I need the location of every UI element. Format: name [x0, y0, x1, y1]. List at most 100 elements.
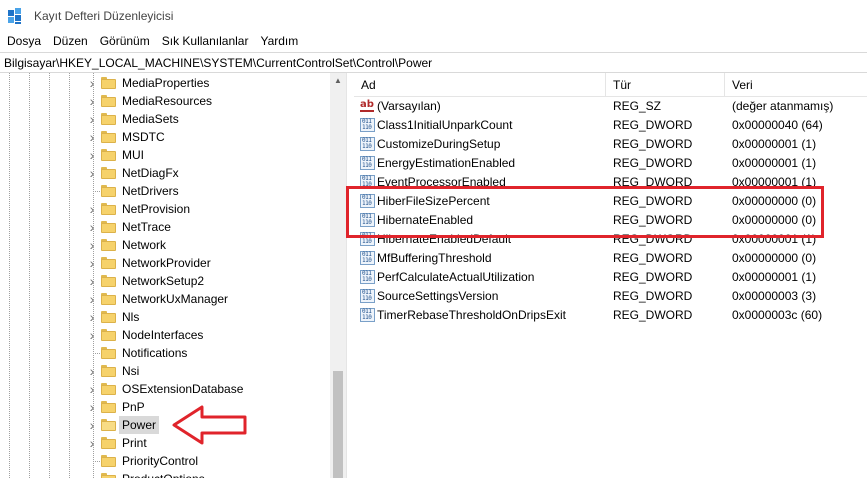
tree-item-label[interactable]: Print: [119, 434, 150, 452]
value-data: 0x00000001 (1): [732, 137, 817, 151]
tree-item-print[interactable]: › Print: [0, 434, 330, 452]
expand-chevron-icon[interactable]: ›: [88, 398, 96, 416]
expand-chevron-icon[interactable]: ›: [88, 236, 96, 254]
menu-help[interactable]: Yardım: [255, 34, 305, 48]
tree-item-mediasets[interactable]: › MediaSets: [0, 110, 330, 128]
tree-item-label[interactable]: Power: [119, 416, 160, 434]
scrollbar-thumb[interactable]: [333, 371, 343, 478]
menu-favorites[interactable]: Sık Kullanılanlar: [157, 34, 256, 48]
value-data: 0x00000001 (1): [732, 232, 817, 246]
value-row[interactable]: 011 110 SourceSettingsVersion REG_DWORD 0x0…: [354, 287, 867, 306]
expand-chevron-icon[interactable]: ›: [88, 434, 96, 452]
scroll-up-arrow-icon[interactable]: ▲: [330, 73, 346, 89]
tree-item-nodeinterfaces[interactable]: › NodeInterfaces: [0, 326, 330, 344]
expand-chevron-icon[interactable]: ›: [88, 92, 96, 110]
tree-item-label[interactable]: MediaProperties: [119, 74, 212, 92]
tree-item-power[interactable]: › Power: [0, 416, 330, 434]
value-row[interactable]: 011 110 MfBufferingThreshold REG_DWORD 0x00…: [354, 249, 867, 268]
tree-item-label[interactable]: MediaResources: [119, 92, 215, 110]
tree-item-nsi[interactable]: › Nsi: [0, 362, 330, 380]
value-row[interactable]: 011 110 EnergyEstimationEnabled REG_DWORD 0…: [354, 154, 867, 173]
tree-item-netdiagfx[interactable]: › NetDiagFx: [0, 164, 330, 182]
tree-item-label[interactable]: Network: [119, 236, 169, 254]
tree-item-label[interactable]: Nsi: [119, 362, 142, 380]
binary-value-icon: 011 110: [360, 118, 375, 132]
tree-item-mediaproperties[interactable]: › MediaProperties: [0, 74, 330, 92]
expand-chevron-icon[interactable]: ›: [88, 200, 96, 218]
tree-item-label[interactable]: OSExtensionDatabase: [119, 380, 246, 398]
column-header-name[interactable]: Ad: [354, 73, 606, 97]
address-path[interactable]: Bilgisayar\HKEY_LOCAL_MACHINE\SYSTEM\Cur…: [4, 56, 432, 70]
tree-item-label[interactable]: MSDTC: [119, 128, 168, 146]
menu-edit[interactable]: Düzen: [48, 34, 95, 48]
menu-view[interactable]: Görünüm: [95, 34, 157, 48]
tree-item-netdrivers[interactable]: NetDrivers: [0, 182, 330, 200]
tree-item-netprovision[interactable]: › NetProvision: [0, 200, 330, 218]
value-row[interactable]: 011 110 HibernateEnabled REG_DWORD 0x000000…: [354, 211, 867, 230]
tree-item-label[interactable]: NetworkUxManager: [119, 290, 231, 308]
tree-item-pnp[interactable]: › PnP: [0, 398, 330, 416]
value-name: CustomizeDuringSetup: [377, 137, 501, 151]
expand-chevron-icon[interactable]: ›: [88, 218, 96, 236]
tree-item-mediaresources[interactable]: › MediaResources: [0, 92, 330, 110]
tree-item-label[interactable]: NetProvision: [119, 200, 193, 218]
tree-item-label[interactable]: NodeInterfaces: [119, 326, 206, 344]
tree-item-networksetup2[interactable]: › NetworkSetup2: [0, 272, 330, 290]
tree-item-label[interactable]: ProductOptions: [119, 470, 208, 478]
expand-chevron-icon[interactable]: ›: [88, 290, 96, 308]
expand-chevron-icon[interactable]: ›: [88, 326, 96, 344]
tree-item-prioritycontrol[interactable]: PriorityControl: [0, 452, 330, 470]
address-bar[interactable]: Bilgisayar\HKEY_LOCAL_MACHINE\SYSTEM\Cur…: [0, 52, 867, 73]
tree-item-label[interactable]: NetworkSetup2: [119, 272, 207, 290]
tree-item-label[interactable]: MUI: [119, 146, 147, 164]
expand-chevron-icon[interactable]: ›: [88, 110, 96, 128]
expand-chevron-icon[interactable]: ›: [88, 362, 96, 380]
value-type: REG_DWORD: [613, 156, 693, 170]
tree-item-msdtc[interactable]: › MSDTC: [0, 128, 330, 146]
tree-item-label[interactable]: Nls: [119, 308, 142, 326]
values-list[interactable]: Ad Tür Veri ab (Varsayılan) REG_SZ (değer a…: [354, 73, 867, 478]
folder-icon: [101, 401, 116, 413]
tree-item-nettrace[interactable]: › NetTrace: [0, 218, 330, 236]
value-row[interactable]: 011 110 TimerRebaseThresholdOnDripsExit RE…: [354, 306, 867, 325]
expand-chevron-icon[interactable]: ›: [88, 272, 96, 290]
pane-splitter[interactable]: [346, 73, 354, 478]
tree-item-label[interactable]: Notifications: [119, 344, 190, 362]
value-row[interactable]: 011 110 PerfCalculateActualUtilization REG…: [354, 268, 867, 287]
menu-file[interactable]: Dosya: [2, 34, 48, 48]
expand-chevron-icon[interactable]: ›: [88, 164, 96, 182]
binary-value-icon: 011 110: [360, 213, 375, 227]
expand-chevron-icon[interactable]: ›: [88, 416, 96, 434]
tree-item-networkprovider[interactable]: › NetworkProvider: [0, 254, 330, 272]
tree-item-label[interactable]: NetDiagFx: [119, 164, 182, 182]
value-row[interactable]: 011 110 HibernateEnabledDefault REG_DWORD 0…: [354, 230, 867, 249]
tree-item-label[interactable]: PriorityControl: [119, 452, 201, 470]
tree-item-label[interactable]: NetDrivers: [119, 182, 182, 200]
tree-item-label[interactable]: NetTrace: [119, 218, 174, 236]
tree-item-productoptions[interactable]: ProductOptions: [0, 470, 330, 478]
tree-item-networkuxmanager[interactable]: › NetworkUxManager: [0, 290, 330, 308]
expand-chevron-icon[interactable]: ›: [88, 308, 96, 326]
column-header-type[interactable]: Tür: [606, 73, 725, 97]
value-row[interactable]: 011 110 HiberFileSizePercent REG_DWORD 0x00…: [354, 192, 867, 211]
tree-item-label[interactable]: MediaSets: [119, 110, 182, 128]
tree-item-label[interactable]: NetworkProvider: [119, 254, 214, 272]
tree-item-nls[interactable]: › Nls: [0, 308, 330, 326]
value-row[interactable]: ab (Varsayılan) REG_SZ (değer atanmamış): [354, 97, 867, 116]
value-row[interactable]: 011 110 EventProcessorEnabled REG_DWORD 0x0…: [354, 173, 867, 188]
value-row[interactable]: 011 110 Class1InitialUnparkCount REG_DWORD…: [354, 116, 867, 135]
column-header-data[interactable]: Veri: [725, 73, 867, 97]
tree-item-network[interactable]: › Network: [0, 236, 330, 254]
expand-chevron-icon[interactable]: ›: [88, 74, 96, 92]
expand-chevron-icon[interactable]: ›: [88, 128, 96, 146]
expand-chevron-icon[interactable]: ›: [88, 146, 96, 164]
tree-item-mui[interactable]: › MUI: [0, 146, 330, 164]
value-data: 0x00000003 (3): [732, 289, 817, 303]
expand-chevron-icon[interactable]: ›: [88, 380, 96, 398]
tree-item-label[interactable]: PnP: [119, 398, 148, 416]
expand-chevron-icon[interactable]: ›: [88, 254, 96, 272]
tree-item-osextensiondatabase[interactable]: › OSExtensionDatabase: [0, 380, 330, 398]
value-row[interactable]: 011 110 CustomizeDuringSetup REG_DWORD 0x00…: [354, 135, 867, 154]
tree-scrollbar[interactable]: ▲: [330, 73, 346, 478]
tree-item-notifications[interactable]: Notifications: [0, 344, 330, 362]
